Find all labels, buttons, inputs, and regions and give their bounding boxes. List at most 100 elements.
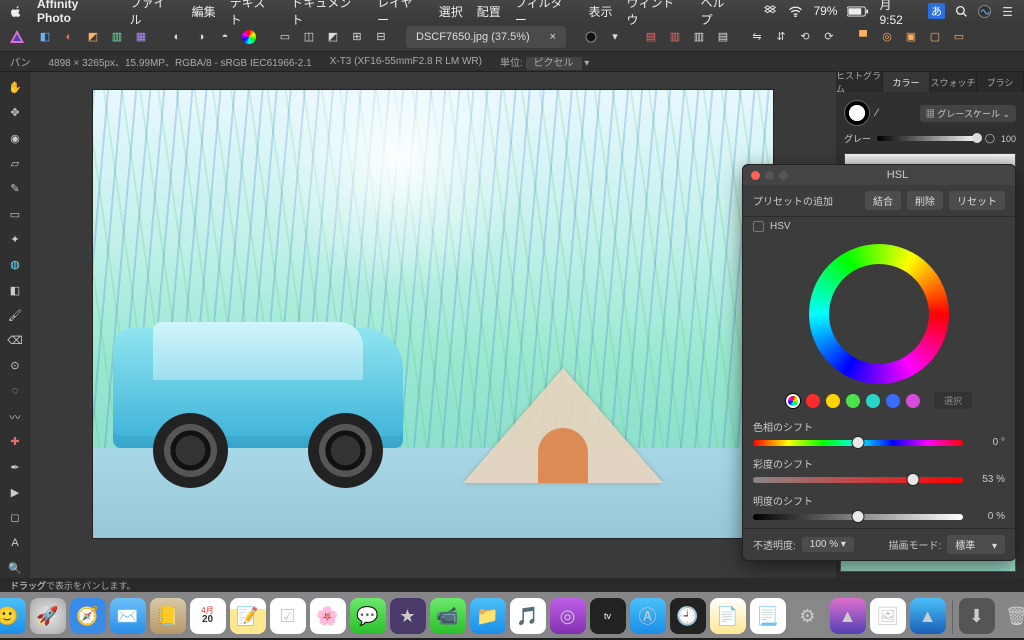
to-back-icon[interactable]: ▤: [712, 26, 734, 48]
close-tab-icon[interactable]: ×: [550, 31, 556, 43]
dock-preview-icon[interactable]: 🖼: [870, 598, 906, 634]
merge-button[interactable]: 結合: [865, 191, 901, 210]
siri-icon[interactable]: [978, 5, 991, 18]
battery-icon[interactable]: [847, 6, 869, 17]
notifications-icon[interactable]: [1001, 5, 1014, 18]
color-swatch-icon[interactable]: [844, 100, 870, 126]
pick-blue[interactable]: [886, 394, 900, 408]
dock-itunes-icon[interactable]: 🎵: [510, 598, 546, 634]
sat-value[interactable]: 53 %: [971, 474, 1005, 485]
selection-brush-icon[interactable]: ✎: [5, 179, 25, 198]
dock-photos-icon[interactable]: 🌸: [310, 598, 346, 634]
canvas-viewport[interactable]: [30, 72, 836, 578]
dock-appletv-icon[interactable]: tv: [590, 598, 626, 634]
pick-green[interactable]: [846, 394, 860, 408]
spotlight-icon[interactable]: [955, 5, 968, 18]
opacity-value[interactable]: 100 % ▾: [802, 537, 854, 552]
preset-add-label[interactable]: プリセットの追加: [753, 193, 833, 208]
arrange-icon[interactable]: ▾: [604, 26, 626, 48]
pick-master[interactable]: [786, 394, 800, 408]
dock-finder-icon[interactable]: 🙂: [0, 598, 26, 634]
menu-text[interactable]: テキスト: [230, 0, 278, 28]
color-mode-select[interactable]: ▦ グレースケール ⌄: [920, 105, 1016, 122]
autocontrast-icon[interactable]: ◑: [190, 26, 212, 48]
dock-trash-icon[interactable]: 🗑: [999, 598, 1024, 634]
dock-affinityphoto-icon[interactable]: ▲: [830, 598, 866, 634]
units-select[interactable]: ピクセル: [526, 57, 582, 70]
wifi-icon[interactable]: [788, 5, 803, 17]
rotate-cw-icon[interactable]: ⟳: [818, 26, 840, 48]
assistant-icon[interactable]: [580, 26, 602, 48]
move-tool-icon[interactable]: ✥: [5, 103, 25, 122]
pick-red[interactable]: [806, 394, 820, 408]
dock-contacts-icon[interactable]: 📒: [150, 598, 186, 634]
window-min-icon[interactable]: [765, 171, 774, 180]
dock-clock-icon[interactable]: 🕘: [670, 598, 706, 634]
delete-button[interactable]: 削除: [907, 191, 943, 210]
zoom-icon[interactable]: 🔍: [5, 559, 25, 578]
snap-icon[interactable]: ⊟: [370, 26, 392, 48]
clone-icon[interactable]: ⊙: [5, 356, 25, 375]
apple-logo-icon[interactable]: [10, 5, 23, 18]
dock-imovie-icon[interactable]: ★: [390, 598, 426, 634]
menu-file[interactable]: ファイル: [130, 0, 178, 28]
flood-select-icon[interactable]: ✦: [5, 230, 25, 249]
autolevels-icon[interactable]: ◐: [166, 26, 188, 48]
hand-tool-icon[interactable]: ✋: [5, 78, 25, 97]
sat-slider[interactable]: [753, 477, 963, 483]
pick-select-button[interactable]: 選択: [934, 392, 972, 409]
smudge-icon[interactable]: 〰: [5, 407, 25, 426]
pick-yellow[interactable]: [826, 394, 840, 408]
flood-fill-icon[interactable]: ◍: [5, 255, 25, 274]
quickmask-icon[interactable]: ◫: [298, 26, 320, 48]
dock-mail-icon[interactable]: ✉️: [110, 598, 146, 634]
targetlayer-icon[interactable]: ◎: [876, 26, 898, 48]
affinity-logo-icon[interactable]: [6, 26, 28, 48]
gray-slider[interactable]: [877, 136, 979, 141]
dock-notes-icon[interactable]: 📝: [230, 598, 266, 634]
gray-value[interactable]: 100: [1001, 134, 1016, 144]
marquee-icon[interactable]: ▭: [5, 204, 25, 223]
refine-icon[interactable]: ◩: [322, 26, 344, 48]
pen-icon[interactable]: ✒: [5, 457, 25, 476]
lock-icon[interactable]: ▣: [900, 26, 922, 48]
pick-cyan[interactable]: [866, 394, 880, 408]
persona-liquify-icon[interactable]: ◐: [58, 26, 80, 48]
dock-messages-icon[interactable]: 💬: [350, 598, 386, 634]
dock-launchpad-icon[interactable]: 🚀: [30, 598, 66, 634]
persona-develop-icon[interactable]: ◩: [82, 26, 104, 48]
dock-reminders-icon[interactable]: ☑︎: [270, 598, 306, 634]
align-top-icon[interactable]: ▀: [852, 26, 874, 48]
reset-button[interactable]: リセット: [949, 191, 1005, 210]
color-picker-icon[interactable]: ◉: [5, 129, 25, 148]
menu-arrange[interactable]: 配置: [477, 3, 501, 20]
showgrid-icon[interactable]: ⊞: [346, 26, 368, 48]
backward-icon[interactable]: ▥: [688, 26, 710, 48]
dock-appstore-icon[interactable]: Ⓐ: [630, 598, 666, 634]
insert-inside-icon[interactable]: ▢: [924, 26, 946, 48]
to-front-icon[interactable]: ▤: [640, 26, 662, 48]
flip-v-icon[interactable]: ⇵: [770, 26, 792, 48]
dock-podcasts-icon[interactable]: ◎: [550, 598, 586, 634]
dock-stickies-icon[interactable]: 📄: [710, 598, 746, 634]
menu-window[interactable]: ウィンドウ: [626, 0, 686, 28]
document-title[interactable]: DSCF7650.jpg (37.5%) ×: [406, 26, 566, 48]
menu-document[interactable]: ドキュメント: [291, 0, 363, 28]
dodge-icon[interactable]: ◌: [5, 382, 25, 401]
hsl-titlebar[interactable]: HSL: [743, 165, 1015, 185]
hue-value[interactable]: 0 °: [971, 437, 1005, 448]
autocolors-icon[interactable]: ◓: [214, 26, 236, 48]
dock-safari-icon[interactable]: 🧭: [70, 598, 106, 634]
persona-export-icon[interactable]: ▦: [130, 26, 152, 48]
lum-value[interactable]: 0 %: [971, 511, 1005, 522]
menu-help[interactable]: ヘルプ: [700, 0, 736, 28]
dock-sysprefs-icon[interactable]: ⚙︎: [790, 598, 826, 634]
selection-mode-icon[interactable]: ▭: [274, 26, 296, 48]
hue-slider[interactable]: [753, 440, 963, 446]
input-method-icon[interactable]: あ: [928, 3, 945, 19]
dock-calendar-icon[interactable]: 4月20: [190, 598, 226, 634]
autowb-icon[interactable]: [238, 26, 260, 48]
erase-icon[interactable]: ⌫: [5, 331, 25, 350]
forward-icon[interactable]: ▥: [664, 26, 686, 48]
menu-filters[interactable]: フィルター: [515, 0, 575, 28]
